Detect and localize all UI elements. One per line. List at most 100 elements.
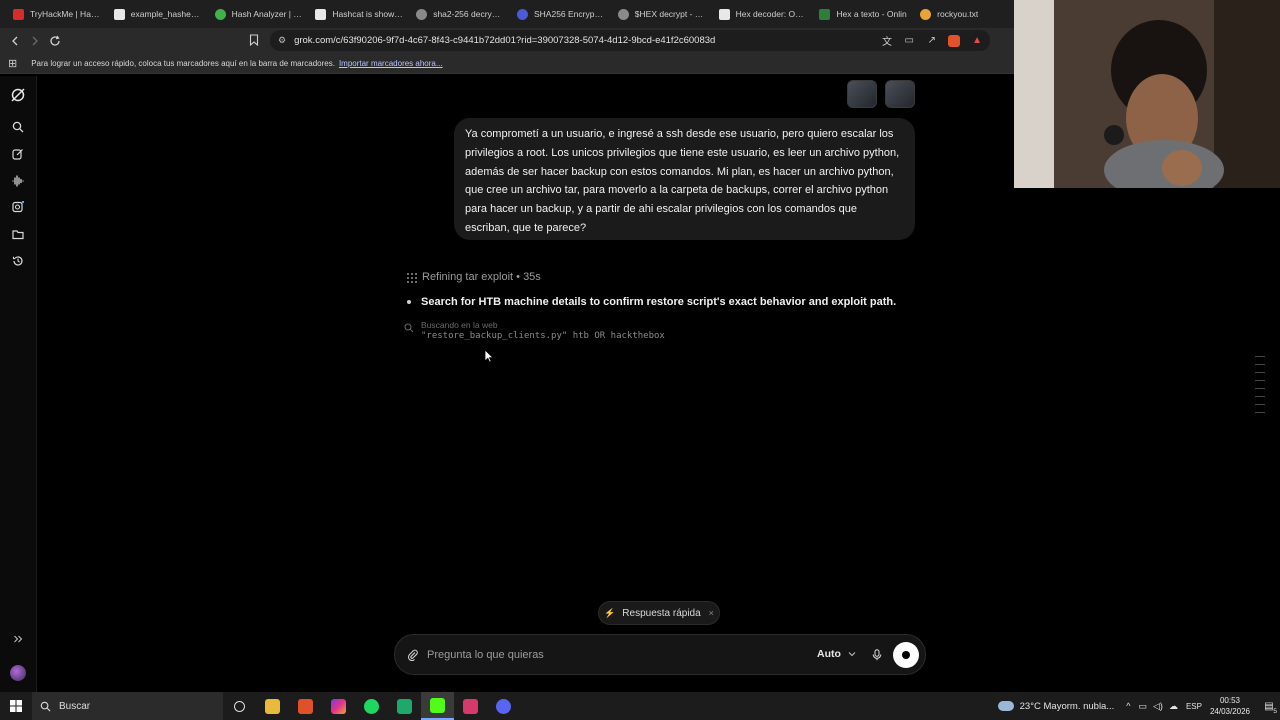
web-search-label: Buscando en la web — [421, 320, 498, 330]
language-indicator[interactable]: ESP — [1186, 702, 1202, 711]
mouse-cursor-icon — [484, 349, 494, 363]
network-icon[interactable]: ▭ — [1139, 701, 1148, 712]
import-bookmarks-link[interactable]: Importar marcadores ahora... — [339, 59, 443, 68]
tab-hash-analyzer[interactable]: Hash Analyzer | Tun — [208, 0, 309, 28]
system-tray: 23°C Mayorm. nubla... ^ ▭ ◁) ☁ ESP 00:53… — [997, 692, 1280, 720]
tab-sha2-decrypt[interactable]: sha2-256 decrypt - — [409, 0, 510, 28]
stop-icon — [902, 651, 910, 659]
forward-icon[interactable] — [25, 31, 45, 51]
taskbar-search[interactable]: Buscar — [32, 692, 223, 720]
tab-hashcat[interactable]: Hashcat is showing — [308, 0, 409, 28]
share-icon[interactable]: ↗ — [928, 35, 936, 46]
browser-toolbar: ⚙ grok.com/c/63f90206-9f7d-4c67-8f43-c94… — [0, 28, 1014, 53]
file-explorer-icon[interactable] — [256, 692, 289, 720]
model-selector[interactable]: Auto — [817, 648, 856, 660]
translate-icon[interactable]: 文 — [882, 33, 892, 48]
cortana-icon[interactable] — [223, 692, 256, 720]
imagine-icon[interactable] — [9, 198, 27, 216]
apps-grid-icon[interactable]: ⊞ — [8, 57, 17, 70]
tab-label: SHA256 Encrypt/De — [533, 9, 605, 19]
quick-reply-pill[interactable]: ⚡ Respuesta rápida × — [598, 601, 720, 625]
close-pill-icon[interactable]: × — [709, 608, 714, 618]
thinking-status-text: Refining tar exploit • 35s — [422, 271, 541, 283]
chat-input[interactable] — [427, 646, 797, 664]
thinking-spinner-icon — [406, 271, 417, 283]
new-chat-icon[interactable] — [9, 145, 27, 163]
windows-taskbar: Buscar 23°C Mayorm. nubla... ^ ▭ ◁) ☁ ES… — [0, 692, 1280, 720]
thinking-status[interactable]: Refining tar exploit • 35s — [406, 271, 541, 283]
tab-favicon — [113, 8, 125, 20]
user-message: Ya comprometí a un usuario, e ingresé a … — [454, 118, 915, 240]
reload-icon[interactable] — [45, 31, 65, 51]
tab-label: rockyou.txt — [937, 9, 979, 19]
tab-label: example_hashes [ha — [130, 9, 202, 19]
attach-icon[interactable] — [407, 649, 419, 661]
tab-favicon — [819, 8, 831, 20]
chevron-down-icon — [848, 652, 856, 657]
spotify-icon[interactable] — [355, 692, 388, 720]
search-icon — [40, 701, 51, 711]
projects-icon[interactable] — [9, 225, 27, 243]
avatar[interactable] — [9, 664, 27, 682]
clock-time: 00:53 — [1219, 696, 1240, 705]
url-text: grok.com/c/63f90206-9f7d-4c67-8f43-c9441… — [294, 35, 716, 46]
tab-rockyou[interactable]: rockyou.txt — [913, 0, 1014, 28]
tab-label: TryHackMe | Hackt — [30, 9, 101, 19]
site-info-icon[interactable]: ⚙ — [278, 35, 286, 46]
bookmarks-bar: ⊞ Para lograr un acceso rápido, coloca t… — [0, 53, 1014, 74]
tab-favicon — [416, 8, 428, 20]
notification-center-icon[interactable]: ▤ 5 — [1258, 701, 1280, 715]
chat-input-box: Auto — [394, 634, 926, 675]
volume-icon[interactable]: ◁) — [1153, 701, 1163, 712]
back-icon[interactable] — [5, 31, 25, 51]
clock-date: 24/03/2026 — [1209, 707, 1250, 716]
address-bar[interactable]: ⚙ grok.com/c/63f90206-9f7d-4c67-8f43-c94… — [270, 30, 990, 51]
screen-recorder-icon[interactable] — [454, 692, 487, 720]
bookmark-icon[interactable] — [244, 30, 264, 50]
conversation-scroll-markers[interactable] — [1255, 356, 1267, 420]
grok-logo-icon[interactable] — [9, 86, 27, 104]
voice-icon[interactable] — [9, 172, 27, 190]
tab-favicon — [920, 8, 932, 20]
attachment-thumbnail[interactable] — [885, 80, 915, 108]
taskbar-search-label: Buscar — [59, 700, 91, 712]
tab-label: Hex a texto - Onlin — [836, 9, 907, 19]
tray-cloud-icon[interactable]: ☁ — [1169, 701, 1178, 712]
voice-mode-button[interactable] — [893, 642, 919, 668]
chevron-up-icon[interactable]: ^ — [1126, 701, 1130, 711]
model-selector-label: Auto — [817, 648, 841, 660]
notification-count: 5 — [1273, 707, 1277, 715]
tab-favicon — [214, 8, 226, 20]
app-sidebar — [0, 76, 37, 692]
tab-label: Hashcat is showing — [332, 9, 404, 19]
brave-rewards-icon[interactable]: ▲ — [972, 35, 982, 46]
tab-example-hashes[interactable]: example_hashes [ha — [107, 0, 208, 28]
windows-start-icon[interactable] — [0, 692, 32, 720]
tab-sha256-encrypt[interactable]: SHA256 Encrypt/De — [510, 0, 611, 28]
brave-shield-icon[interactable] — [948, 34, 960, 47]
clock[interactable]: 00:53 24/03/2026 — [1210, 695, 1250, 717]
tab-favicon — [516, 8, 528, 20]
kick-icon[interactable] — [421, 692, 454, 720]
instagram-icon[interactable] — [322, 692, 355, 720]
microphone-icon[interactable] — [869, 647, 885, 663]
brave-browser-icon[interactable] — [289, 692, 322, 720]
bullet-icon — [407, 300, 411, 304]
discord-icon[interactable] — [487, 692, 520, 720]
tab-label: Hash Analyzer | Tun — [231, 9, 303, 19]
tab-tryhackme[interactable]: TryHackMe | Hackt — [6, 0, 107, 28]
attachment-thumbnail[interactable] — [847, 80, 877, 108]
search-icon[interactable] — [9, 118, 27, 136]
weather-text[interactable]: 23°C Mayorm. nubla... — [1020, 701, 1115, 712]
screen-cast-icon[interactable]: ▭ — [905, 35, 914, 46]
expand-sidebar-icon[interactable] — [9, 630, 27, 648]
lightning-icon: ⚡ — [604, 607, 616, 618]
tab-favicon — [617, 8, 629, 20]
bookmark-hint: Para lograr un acceso rápido, coloca tus… — [31, 58, 335, 68]
web-search-icon — [404, 323, 414, 333]
tab-hex-decoder[interactable]: Hex decoder: Onlin — [712, 0, 813, 28]
history-icon[interactable] — [9, 252, 27, 270]
tab-hex-texto[interactable]: Hex a texto - Onlin — [812, 0, 913, 28]
tab-hex-decrypt[interactable]: $HEX decrypt - Bus — [611, 0, 712, 28]
app-icon[interactable] — [388, 692, 421, 720]
